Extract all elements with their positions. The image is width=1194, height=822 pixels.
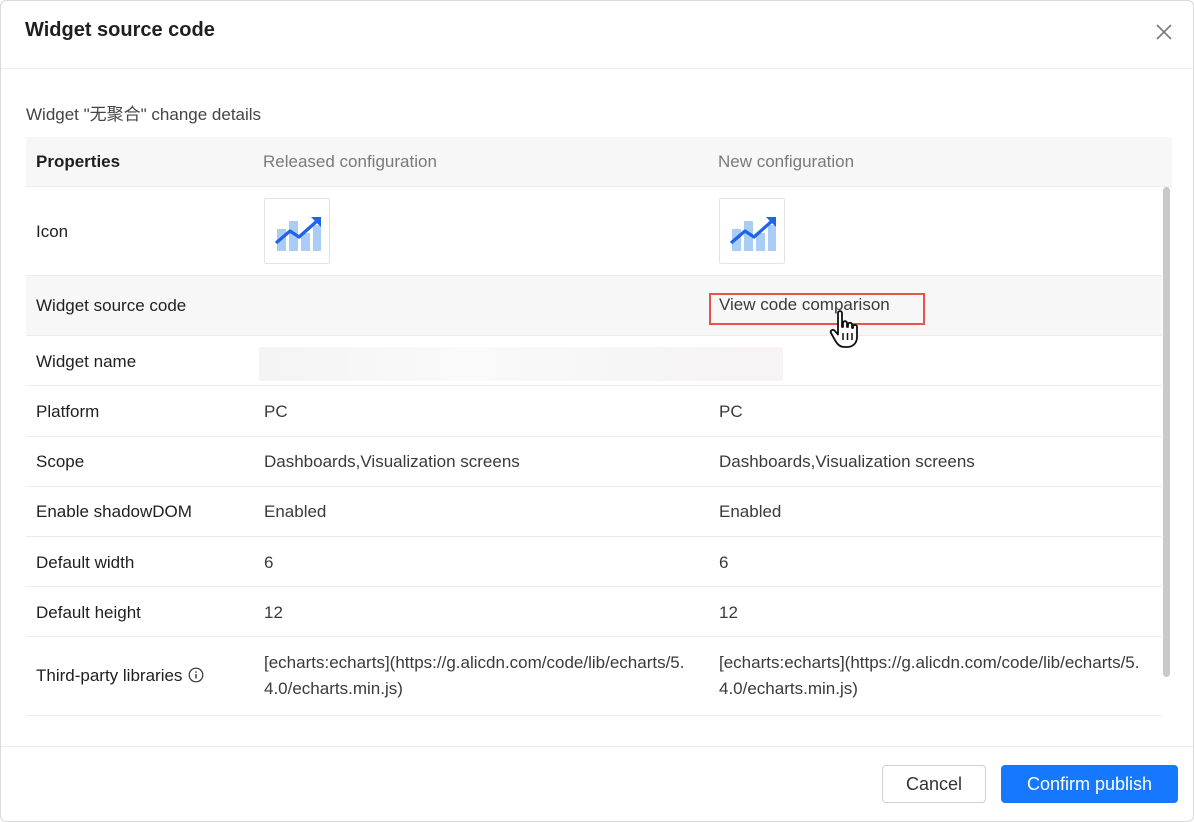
row-label: Widget source code bbox=[36, 296, 187, 315]
row-label: Default width bbox=[36, 553, 135, 572]
row-label: Default height bbox=[36, 603, 141, 622]
highlight-annotation-box bbox=[709, 293, 925, 325]
row-label: Widget name bbox=[36, 352, 137, 371]
released-value: Enabled bbox=[264, 502, 327, 521]
row-label: Icon bbox=[36, 222, 69, 241]
table-row-source: Widget source code View code comparison bbox=[26, 276, 1162, 336]
header-new: New configuration bbox=[718, 152, 855, 171]
new-value: Enabled bbox=[719, 502, 782, 521]
table-row-libraries: Third-party libraries [echarts:echarts](… bbox=[26, 637, 1162, 716]
dialog-header: Widget source code bbox=[1, 1, 1193, 69]
dialog-footer: Cancel Confirm publish bbox=[1, 746, 1193, 821]
change-details-table: Properties Released configuration New co… bbox=[26, 137, 1172, 727]
row-label: Third-party libraries bbox=[36, 666, 204, 686]
table-header: Properties Released configuration New co… bbox=[26, 137, 1172, 187]
released-value: 12 bbox=[264, 603, 283, 622]
table-scrollbar[interactable] bbox=[1163, 187, 1170, 677]
new-value: 12 bbox=[719, 603, 738, 622]
table-row-scope: Scope Dashboards,Visualization screens D… bbox=[26, 437, 1162, 487]
dialog-title: Widget source code bbox=[25, 19, 215, 41]
table-row-platform: Platform PC PC bbox=[26, 386, 1162, 437]
widget-source-code-dialog: Widget source code Widget "无聚合" change d… bbox=[0, 0, 1194, 822]
released-value: PC bbox=[264, 402, 288, 421]
change-details-subtitle: Widget "无聚合" change details bbox=[26, 105, 262, 124]
widget-name-redacted bbox=[259, 347, 783, 381]
chart-trend-icon bbox=[719, 198, 785, 264]
hand-pointer-cursor-icon bbox=[828, 309, 864, 351]
table-row-icon: Icon bbox=[26, 187, 1162, 276]
released-value: Dashboards,Visualization screens bbox=[264, 452, 520, 471]
info-icon[interactable] bbox=[188, 667, 204, 683]
released-value: [echarts:echarts](https://g.alicdn.com/c… bbox=[264, 653, 685, 698]
released-value: 6 bbox=[264, 553, 274, 572]
table-row-shadowdom: Enable shadowDOM Enabled Enabled bbox=[26, 487, 1162, 537]
new-value: [echarts:echarts](https://g.alicdn.com/c… bbox=[719, 653, 1140, 698]
close-icon[interactable] bbox=[1153, 21, 1175, 43]
cancel-button[interactable]: Cancel bbox=[882, 765, 986, 803]
confirm-publish-button[interactable]: Confirm publish bbox=[1001, 765, 1178, 803]
header-properties: Properties bbox=[36, 152, 121, 171]
row-label: Platform bbox=[36, 402, 100, 421]
new-value: Dashboards,Visualization screens bbox=[719, 452, 975, 471]
libraries-label: Third-party libraries bbox=[36, 666, 183, 685]
table-row-default-width: Default width 6 6 bbox=[26, 537, 1162, 587]
table-row-default-height: Default height 12 12 bbox=[26, 587, 1162, 637]
new-value: PC bbox=[719, 402, 743, 421]
header-released: Released configuration bbox=[263, 152, 437, 171]
row-label: Enable shadowDOM bbox=[36, 502, 192, 521]
row-label: Scope bbox=[36, 452, 85, 471]
chart-trend-icon bbox=[264, 198, 330, 264]
new-value: 6 bbox=[719, 553, 729, 572]
